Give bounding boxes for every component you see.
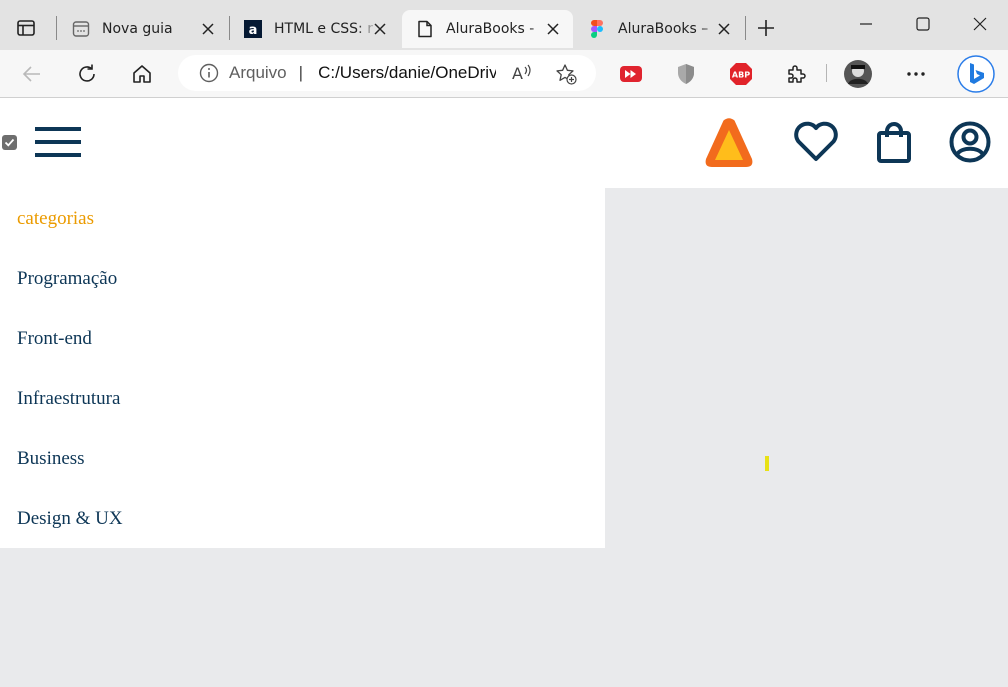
tab-alurabooks-figma[interactable]: AluraBooks – [574, 10, 744, 48]
back-arrow-icon [22, 66, 40, 82]
tab-title: HTML e CSS: r [274, 21, 373, 37]
alurabooks-logo[interactable] [704, 117, 754, 169]
extension-shield-button[interactable] [670, 58, 702, 90]
cart-button[interactable] [876, 122, 912, 164]
new-tab-icon [72, 20, 90, 38]
plus-icon [758, 20, 774, 36]
toolbar-separator [826, 64, 827, 82]
tab-title: AluraBooks – [618, 21, 709, 37]
extension-youtube-button[interactable] [615, 58, 647, 90]
menu-item-front-end[interactable]: Front-end [17, 328, 92, 350]
maximize-button[interactable] [900, 10, 946, 38]
profile-button[interactable] [842, 58, 874, 90]
close-tab-icon[interactable] [543, 19, 563, 39]
avatar [844, 60, 872, 88]
account-button[interactable] [948, 120, 992, 164]
alura-a-icon: a [244, 20, 262, 38]
browser-toolbar: Arquivo | C:/Users/danie/OneDrive/ A ABP [0, 50, 1008, 98]
minimize-icon [860, 23, 872, 25]
page-viewport: categorias Programação Front-end Infraes… [0, 98, 1008, 687]
close-tab-icon[interactable] [198, 19, 218, 39]
document-icon [416, 20, 434, 38]
shopping-bag-icon [877, 122, 911, 163]
tab-actions-icon [17, 20, 35, 36]
close-icon [973, 17, 987, 31]
home-icon [133, 65, 151, 83]
address-divider: | [298, 63, 304, 82]
address-url[interactable]: C:/Users/danie/OneDrive/ [318, 63, 496, 83]
close-window-button[interactable] [957, 10, 1003, 38]
heart-icon [794, 121, 838, 161]
hamburger-menu-icon[interactable] [35, 127, 81, 157]
more-icon [907, 72, 925, 76]
extension-adblock-button[interactable]: ABP [725, 58, 757, 90]
back-button[interactable] [16, 58, 48, 90]
tab-separator [745, 16, 746, 40]
checkmark-icon [4, 138, 15, 147]
svg-text:ABP: ABP [732, 71, 750, 80]
browser-tab-strip: Nova guia a HTML e CSS: r AluraBooks - A… [0, 0, 1008, 50]
bing-icon [957, 55, 995, 93]
tab-html-css[interactable]: a HTML e CSS: r [230, 10, 400, 48]
text-cursor [765, 456, 769, 471]
menu-item-design-ux[interactable]: Design & UX [17, 508, 123, 530]
maximize-icon [916, 17, 930, 31]
more-options-button[interactable] [900, 58, 932, 90]
categories-dropdown-menu: categorias Programação Front-end Infraes… [0, 188, 605, 548]
new-tab-button[interactable] [754, 16, 778, 40]
address-scheme-label: Arquivo [229, 63, 287, 82]
address-bar[interactable]: Arquivo | C:/Users/danie/OneDrive/ A [178, 55, 596, 91]
home-button[interactable] [126, 58, 158, 90]
info-icon[interactable] [198, 62, 220, 84]
tab-alurabooks-active[interactable]: AluraBooks - [402, 10, 573, 48]
site-header [0, 98, 1008, 188]
tab-nova-guia[interactable]: Nova guia [58, 10, 228, 48]
favorites-button[interactable] [793, 120, 839, 162]
menu-heading-categorias: categorias [17, 208, 95, 229]
tab-title: Nova guia [102, 21, 173, 37]
video-speed-extension-icon [620, 66, 642, 82]
menu-item-programacao[interactable]: Programação [17, 268, 117, 290]
tab-separator [56, 16, 57, 40]
tab-actions-button[interactable] [8, 12, 44, 44]
minimize-button[interactable] [843, 10, 889, 38]
extensions-button[interactable] [780, 58, 812, 90]
refresh-icon [79, 64, 95, 82]
read-aloud-icon[interactable]: A [512, 62, 534, 84]
refresh-button[interactable] [71, 58, 103, 90]
add-favorite-icon[interactable] [554, 62, 578, 86]
adblock-plus-icon: ABP [730, 63, 752, 85]
user-circle-icon [949, 121, 991, 163]
svg-text:A: A [512, 64, 523, 83]
close-tab-icon[interactable] [714, 19, 734, 39]
menu-item-business[interactable]: Business [17, 448, 85, 470]
menu-toggle-checkbox[interactable] [2, 135, 17, 150]
menu-item-infraestrutura[interactable]: Infraestrutura [17, 388, 120, 410]
tab-title: AluraBooks - [446, 21, 535, 37]
puzzle-icon [788, 65, 806, 83]
bing-copilot-button[interactable] [956, 54, 996, 94]
logo-icon [705, 118, 753, 167]
close-tab-icon[interactable] [370, 19, 390, 39]
svg-text:a: a [249, 23, 258, 38]
figma-icon [588, 20, 606, 38]
shield-icon [678, 64, 694, 84]
